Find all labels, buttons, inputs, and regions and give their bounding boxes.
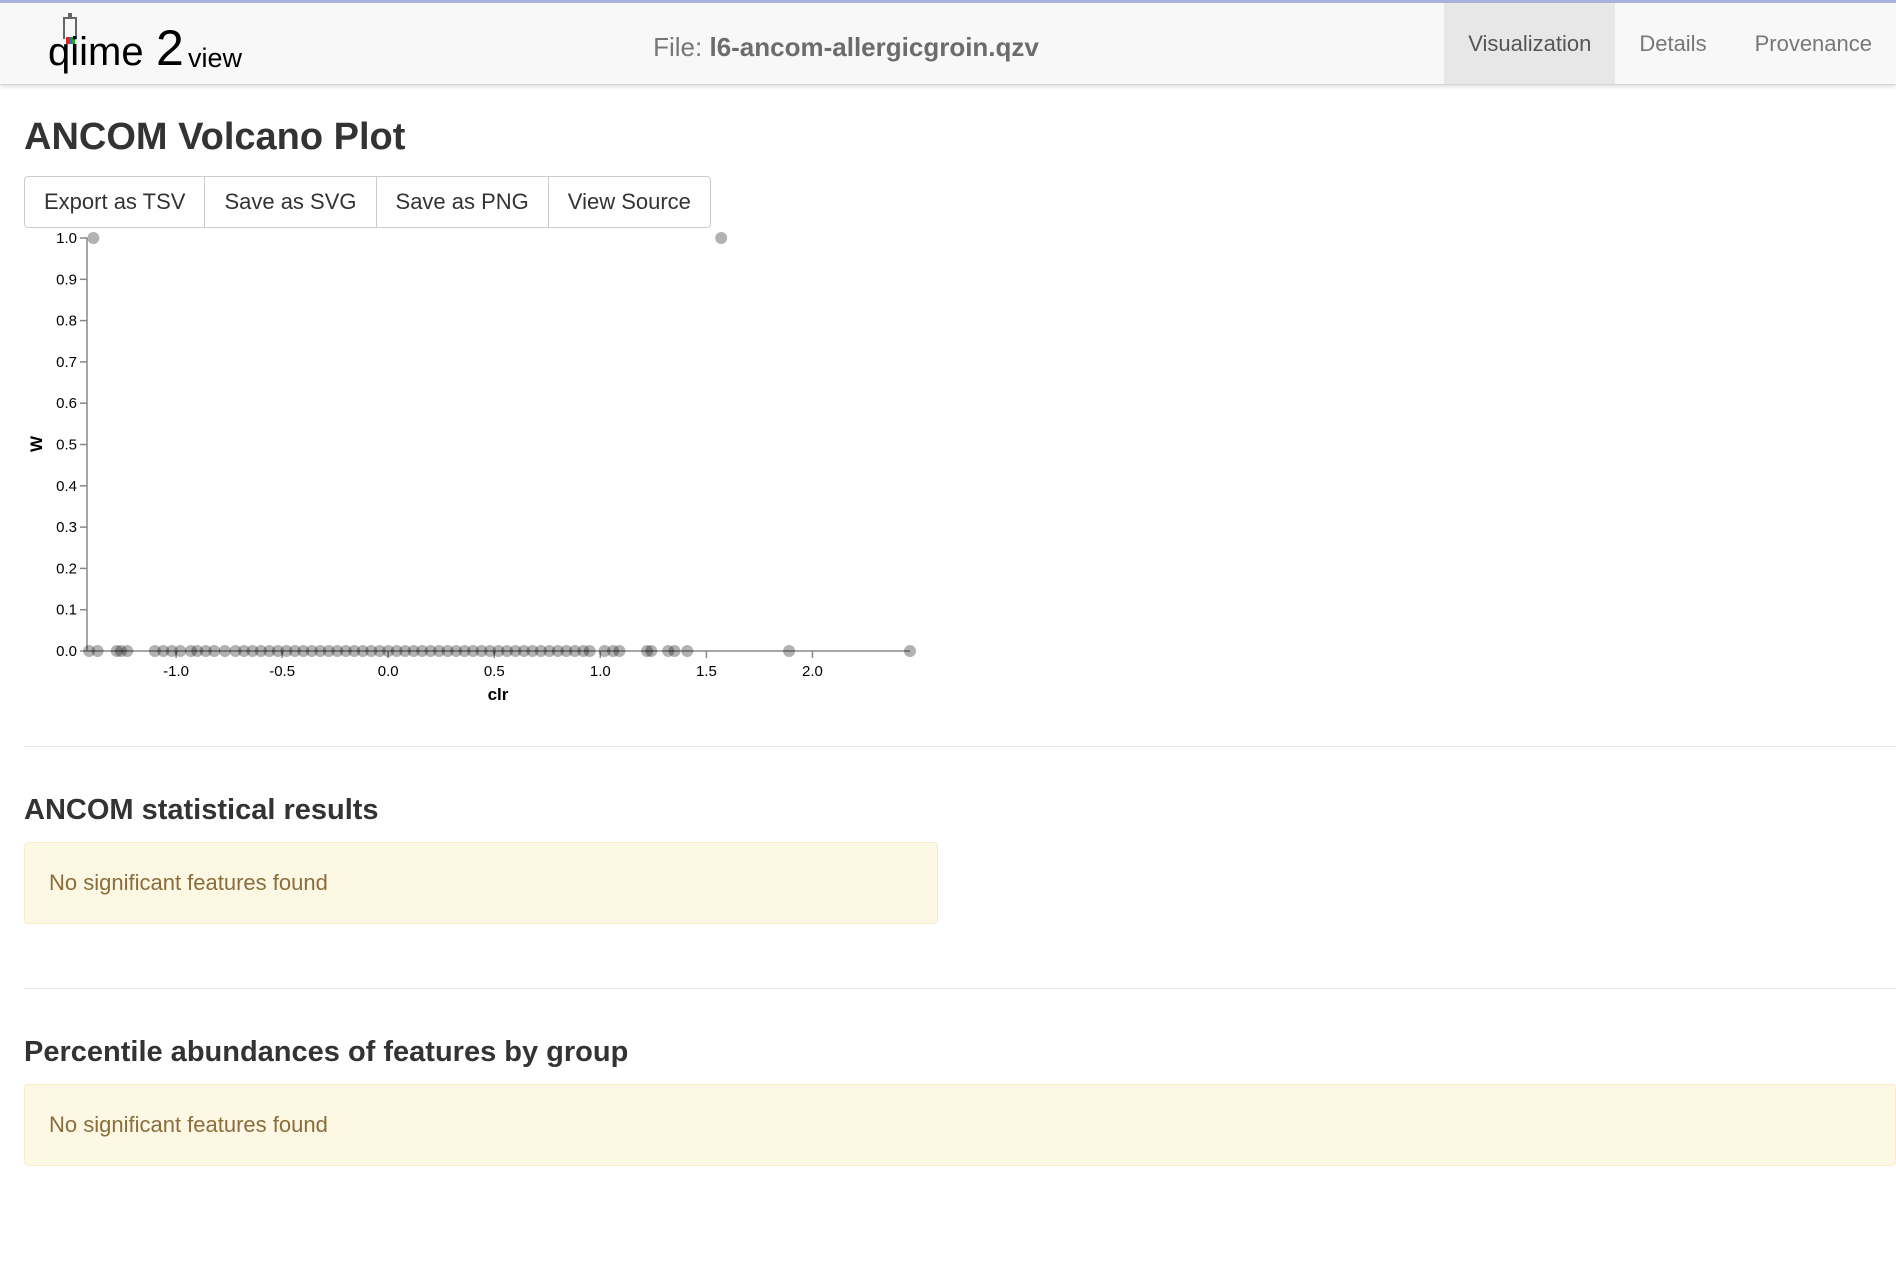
section-divider (24, 988, 1896, 989)
file-name-label: File: l6-ancom-allergicgroin.qzv (0, 32, 1692, 63)
data-point (91, 645, 104, 657)
y-tick-label: 0.9 (56, 271, 77, 288)
data-point (87, 232, 100, 244)
scatter-points (83, 232, 916, 657)
data-point (904, 645, 916, 657)
x-tick-label: 0.0 (378, 663, 399, 680)
y-tick-label: 0.1 (56, 602, 77, 619)
navbar: qiime 2 view File: l6-ancom-allergicgroi… (0, 3, 1896, 85)
page-title: ANCOM Volcano Plot (24, 116, 406, 158)
data-point (668, 645, 681, 657)
nav-tabs: Visualization Details Provenance (1444, 3, 1896, 84)
x-tick-label: 0.5 (484, 663, 505, 680)
statistical-results-alert: No significant features found (24, 842, 938, 924)
export-tsv-button[interactable]: Export as TSV (25, 177, 206, 227)
y-tick-label: 1.0 (56, 230, 77, 247)
y-tick-label: 0.3 (56, 519, 77, 536)
x-axis-label: clr (488, 685, 509, 704)
section-title-statistical-results: ANCOM statistical results (24, 794, 379, 826)
data-point (208, 645, 221, 657)
y-tick-label: 0.7 (56, 354, 77, 371)
x-tick-label: -0.5 (269, 663, 295, 680)
percentile-abundances-alert: No significant features found (24, 1084, 1896, 1166)
data-point (218, 645, 231, 657)
x-tick-label: 1.5 (696, 663, 717, 680)
file-prefix: File: (653, 32, 703, 62)
y-tick-label: 0.8 (56, 313, 77, 330)
tab-visualization[interactable]: Visualization (1444, 3, 1616, 84)
section-divider (24, 746, 1896, 747)
x-tick-label: -1.0 (163, 663, 189, 680)
volcano-plot: 0.0 0.1 0.2 0.3 0.4 0.5 0.6 0.7 0.8 0.9 1.0 -1.0 -0… (27, 230, 916, 704)
file-name: l6-ancom-allergicgroin.qzv (709, 32, 1039, 62)
y-tick-label: 0.0 (56, 643, 77, 660)
y-axis: 0.0 0.1 0.2 0.3 0.4 0.5 0.6 0.7 0.8 0.9 1.0 (56, 230, 88, 660)
tab-provenance[interactable]: Provenance (1731, 3, 1896, 84)
y-tick-label: 0.6 (56, 395, 77, 412)
save-png-button[interactable]: Save as PNG (377, 177, 549, 227)
x-tick-label: 1.0 (590, 663, 611, 680)
data-point (613, 645, 626, 657)
tab-details[interactable]: Details (1615, 3, 1730, 84)
data-point (121, 645, 134, 657)
data-point (645, 645, 658, 657)
section-title-percentile-abundances: Percentile abundances of features by gro… (24, 1036, 629, 1068)
view-source-button[interactable]: View Source (549, 177, 710, 227)
y-tick-label: 0.2 (56, 560, 77, 577)
data-point (783, 645, 796, 657)
data-point (583, 645, 596, 657)
y-tick-label: 0.5 (56, 437, 77, 454)
y-axis-label: W (27, 435, 46, 452)
export-button-group: Export as TSV Save as SVG Save as PNG Vi… (24, 176, 711, 228)
data-point (715, 232, 728, 244)
x-tick-label: 2.0 (802, 663, 823, 680)
data-point (174, 645, 187, 657)
data-point (681, 645, 694, 657)
y-tick-label: 0.4 (56, 478, 77, 495)
save-svg-button[interactable]: Save as SVG (205, 177, 377, 227)
